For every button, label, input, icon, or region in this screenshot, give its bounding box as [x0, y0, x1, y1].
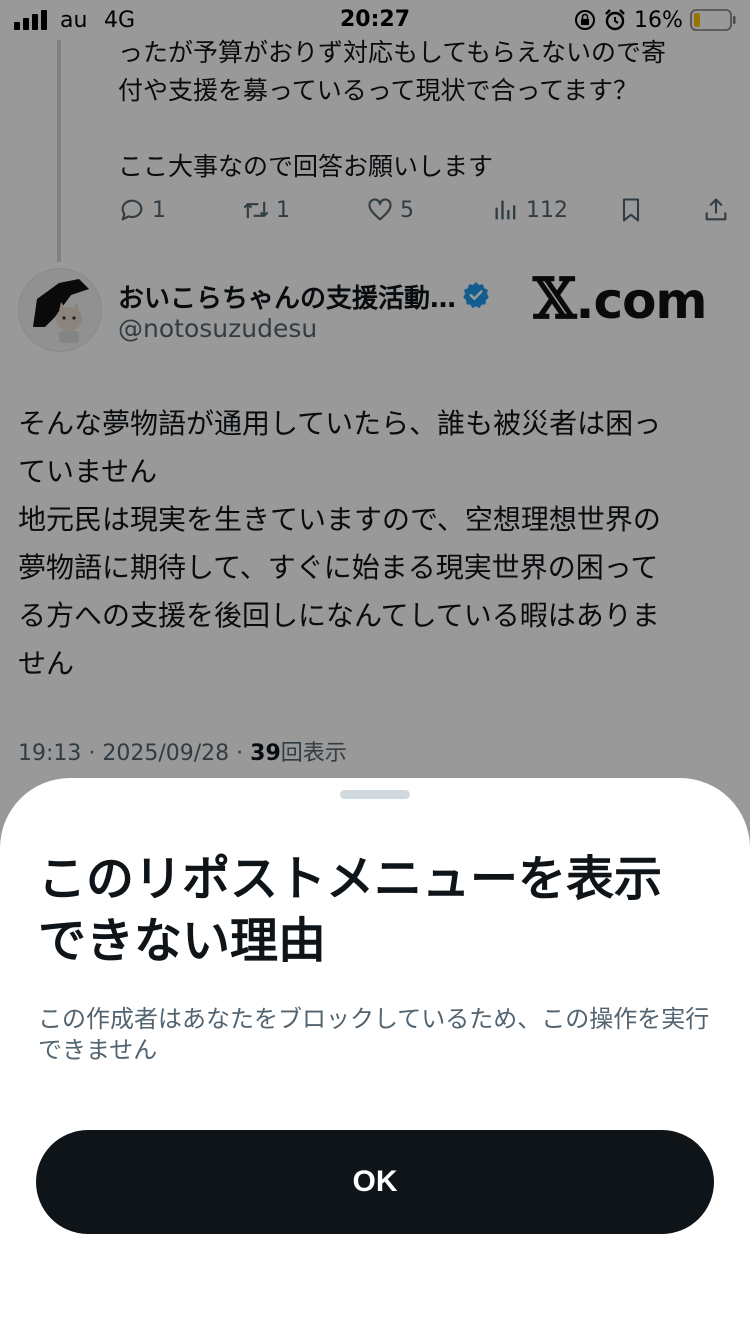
bottom-sheet: このリポストメニューを表示できない理由 この作成者はあなたをブロックしているため…	[0, 778, 750, 1334]
sheet-title: このリポストメニューを表示できない理由	[38, 851, 663, 969]
page: au 4G 20:27 16% ったが予算がおりず対応もしてもらえないので寄 付…	[0, 0, 750, 1334]
ok-button[interactable]: OK	[36, 1130, 714, 1234]
sheet-description: この作成者はあなたをブロックしているため、この操作を実行できません	[38, 1005, 710, 1064]
sheet-drag-handle[interactable]	[340, 790, 410, 799]
